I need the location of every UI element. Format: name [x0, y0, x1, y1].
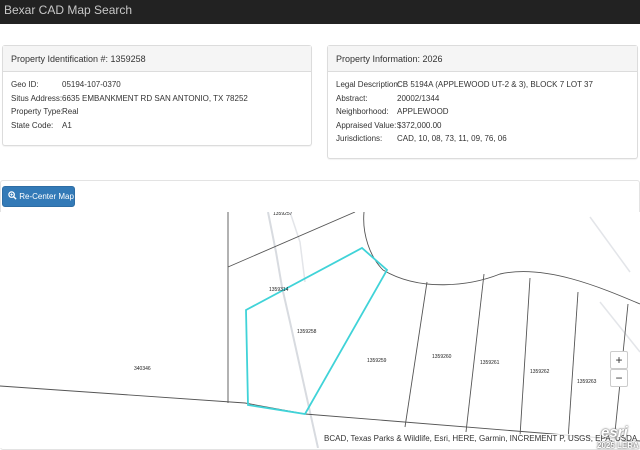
field-value: 6635 EMBANKMENT RD SAN ANTONIO, TX 78252: [62, 93, 248, 103]
recenter-map-label: Re-Center Map: [19, 192, 74, 201]
zoom-search-icon: [8, 191, 17, 200]
parcel-label: 1359257: [273, 212, 293, 217]
esri-logo: esri: [601, 424, 628, 441]
parcel-label: 340346: [134, 366, 151, 372]
parcel-label: 1359258: [297, 329, 317, 335]
property-information-panel: Property Information: 2026 Legal Descrip…: [327, 45, 638, 159]
field-value: CAD, 10, 08, 73, 11, 09, 76, 06: [397, 134, 507, 143]
field-label: Property Type:: [11, 107, 63, 116]
situs-address-row: Situs Address: 6635 EMBANKMENT RD SAN ANT…: [11, 92, 303, 106]
selected-parcel-outline[interactable]: [245, 246, 389, 415]
property-identification-body: Geo ID: 05194-107-0370 Situs Address: 6635…: [3, 72, 311, 138]
state-code-row: State Code: A1: [11, 119, 303, 133]
parcel-label: 1359260: [432, 354, 452, 360]
parcel-lines: [0, 212, 640, 443]
recenter-map-button[interactable]: Re-Center Map: [2, 186, 75, 207]
field-value: CB 5194A (APPLEWOOD UT-2 & 3), BLOCK 7 L…: [397, 80, 593, 89]
field-label: Geo ID:: [11, 80, 39, 89]
road-line: [599, 301, 640, 353]
mls-watermark: 2025 LERA MLS: [597, 441, 640, 450]
parcel-label: 1359261: [480, 360, 500, 366]
parcel-boundary: [382, 269, 640, 305]
road-line: [589, 216, 631, 273]
geo-id-row: Geo ID: 05194-107-0370: [11, 78, 303, 92]
field-value: Real: [62, 107, 79, 116]
parcel-boundary: [0, 385, 640, 442]
parcel-label: 1359262: [530, 369, 550, 375]
field-label: Abstract:: [336, 93, 368, 103]
field-value: A1: [62, 120, 72, 130]
property-type-row: Property Type: Real: [11, 105, 303, 119]
zoom-out-button[interactable]: −: [610, 369, 628, 387]
abstract-row: Abstract: 20002/1344: [336, 92, 629, 106]
road-line: [289, 212, 306, 283]
field-label: State Code:: [11, 120, 54, 130]
neighborhood-row: Neighborhood: APPLEWOOD: [336, 105, 629, 119]
zoom-in-button[interactable]: +: [610, 351, 628, 369]
field-value: 20002/1344: [397, 93, 440, 103]
field-label: Neighborhood:: [336, 107, 389, 116]
parcel-boundary: [227, 212, 356, 268]
field-value: 05194-107-0370: [62, 80, 121, 89]
appraised-value-row: Appraised Value: $372,000.00: [336, 119, 629, 133]
property-information-heading: Property Information: 2026: [328, 46, 637, 72]
map-attribution: BCAD, Texas Parks & Wildlife, Esri, HERE…: [324, 434, 638, 443]
parcel-label: 1359263: [577, 379, 597, 385]
parcel-boundary: [519, 277, 531, 437]
legal-description-row: Legal Description: CB 5194A (APPLEWOOD UT…: [336, 78, 629, 92]
field-label: Appraised Value:: [336, 120, 397, 130]
parcel-label: 1359314: [269, 287, 289, 293]
parcel-boundary: [363, 212, 384, 271]
field-label: Legal Description:: [336, 80, 401, 89]
field-value: APPLEWOOD: [397, 107, 449, 116]
property-identification-heading: Property Identification #: 1359258: [3, 46, 311, 72]
property-information-body: Legal Description: CB 5194A (APPLEWOOD UT…: [328, 72, 637, 152]
property-identification-panel: Property Identification #: 1359258 Geo I…: [2, 45, 312, 146]
field-value: $372,000.00: [397, 120, 442, 130]
parcel-boundary: [404, 281, 428, 428]
field-label: Jurisdictions:: [336, 134, 383, 143]
parcel-label: 1359259: [367, 358, 387, 364]
parcel-boundary: [567, 291, 579, 441]
parcel-map[interactable]: 1359257 1359314 1359258 1359259 1359260 …: [0, 212, 640, 448]
field-label: Situs Address:: [11, 93, 63, 103]
jurisdictions-row: Jurisdictions: CAD, 10, 08, 73, 11, 09, 7…: [336, 132, 629, 146]
parcel-boundary: [465, 273, 485, 433]
app-title[interactable]: Bexar CAD Map Search: [4, 3, 132, 17]
top-navbar: Bexar CAD Map Search: [0, 0, 640, 24]
